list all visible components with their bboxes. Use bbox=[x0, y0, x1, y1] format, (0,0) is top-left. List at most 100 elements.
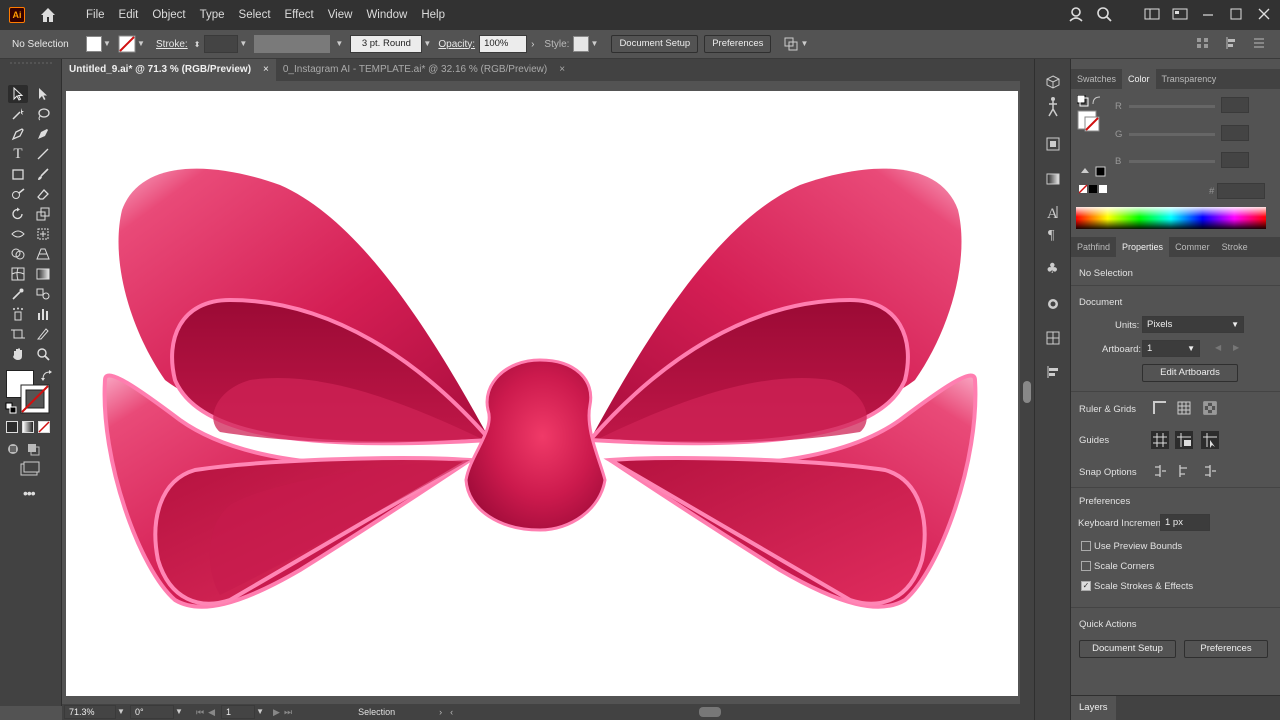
curvature-tool-icon[interactable] bbox=[33, 125, 53, 143]
scale-tool-icon[interactable] bbox=[33, 205, 53, 223]
g-value-field[interactable] bbox=[1221, 125, 1249, 141]
eraser-tool-icon[interactable] bbox=[33, 185, 53, 203]
use-preview-bounds-option[interactable]: Use Preview Bounds bbox=[1081, 541, 1182, 552]
stepper-icon[interactable]: ⬍ bbox=[194, 40, 201, 49]
tab-instagram-template[interactable]: 0_Instagram AI - TEMPLATE.ai* @ 32.16 % … bbox=[276, 59, 572, 81]
show-guides-icon[interactable] bbox=[1151, 431, 1169, 449]
r-value-field[interactable] bbox=[1221, 97, 1249, 113]
next-artboard-icon[interactable]: ▶ bbox=[1233, 343, 1239, 352]
stroke-swatch[interactable] bbox=[118, 35, 136, 53]
magic-wand-tool-icon[interactable] bbox=[8, 105, 28, 123]
quick-document-setup-button[interactable]: Document Setup bbox=[1079, 640, 1176, 658]
tab-layers[interactable]: Layers bbox=[1071, 696, 1116, 720]
variable-width-profile[interactable] bbox=[254, 35, 331, 53]
eyedropper-tool-icon[interactable] bbox=[8, 285, 28, 303]
lock-guides-icon[interactable] bbox=[1175, 431, 1193, 449]
symbol-sprayer-tool-icon[interactable] bbox=[8, 305, 28, 323]
mesh-tool-icon[interactable] bbox=[8, 265, 28, 283]
tab-close-icon[interactable]: × bbox=[263, 59, 269, 81]
swap-fill-stroke-icon[interactable] bbox=[41, 370, 53, 382]
hand-tool-icon[interactable] bbox=[8, 345, 28, 363]
g-slider[interactable] bbox=[1129, 133, 1215, 136]
pen-tool-icon[interactable] bbox=[8, 125, 28, 143]
chevron-down-icon[interactable]: ▼ bbox=[799, 39, 809, 49]
rotation-field[interactable]: 0° bbox=[130, 705, 174, 719]
hex-field[interactable] bbox=[1217, 183, 1265, 199]
menu-window[interactable]: Window bbox=[359, 0, 414, 30]
color-mode-icon[interactable] bbox=[6, 421, 18, 433]
type-tool-icon[interactable]: T bbox=[8, 145, 28, 163]
stroke-color-box[interactable] bbox=[20, 384, 50, 414]
tab-comments[interactable]: Commer bbox=[1169, 237, 1216, 257]
vertical-scrollbar[interactable] bbox=[1020, 81, 1034, 704]
horizontal-scroll-thumb[interactable] bbox=[699, 707, 722, 717]
3d-icon[interactable] bbox=[1046, 75, 1060, 89]
perspective-grid-tool-icon[interactable] bbox=[33, 245, 53, 263]
rectangle-tool-icon[interactable] bbox=[8, 165, 28, 183]
none-mode-icon[interactable] bbox=[38, 421, 50, 433]
next-artboard-icon[interactable]: ▶ bbox=[273, 707, 280, 718]
slice-tool-icon[interactable] bbox=[33, 325, 53, 343]
shaper-tool-icon[interactable] bbox=[8, 185, 28, 203]
lasso-tool-icon[interactable] bbox=[33, 105, 53, 123]
minimize-icon[interactable] bbox=[1200, 6, 1216, 22]
menu-file[interactable]: File bbox=[79, 0, 112, 30]
scale-corners-option[interactable]: Scale Corners bbox=[1081, 561, 1154, 572]
snap-to-point-icon[interactable] bbox=[1153, 464, 1167, 478]
artboards-panel-icon[interactable] bbox=[1046, 137, 1060, 151]
selection-tool-icon[interactable] bbox=[8, 85, 28, 103]
scroll-left-icon[interactable]: ‹ bbox=[450, 707, 453, 717]
edit-artboards-button[interactable]: Edit Artboards bbox=[1142, 364, 1238, 382]
grid-icon[interactable] bbox=[1177, 401, 1191, 415]
checkbox-checked[interactable]: ✓ bbox=[1081, 581, 1091, 592]
stroke-label[interactable]: Stroke: bbox=[156, 39, 188, 50]
smart-guides-icon[interactable] bbox=[1201, 431, 1219, 449]
tab-properties[interactable]: Properties bbox=[1116, 237, 1170, 257]
first-artboard-icon[interactable]: ⏮ bbox=[196, 707, 204, 718]
chevron-down-icon[interactable]: ▼ bbox=[422, 39, 432, 49]
workspace-icon[interactable] bbox=[1172, 6, 1188, 22]
keyboard-increment-field[interactable]: 1 px bbox=[1160, 514, 1210, 531]
puppet-warp-icon[interactable] bbox=[1046, 96, 1060, 118]
preferences-button[interactable]: Preferences bbox=[704, 35, 772, 53]
align-panel-icon[interactable] bbox=[1046, 365, 1060, 379]
draw-mode-icon[interactable] bbox=[6, 442, 20, 456]
artboard[interactable] bbox=[66, 91, 1018, 696]
menu-icon[interactable] bbox=[1252, 36, 1266, 50]
menu-object[interactable]: Object bbox=[145, 0, 192, 30]
chevron-right-icon[interactable]: › bbox=[439, 707, 442, 717]
b-slider[interactable] bbox=[1129, 160, 1215, 163]
menu-edit[interactable]: Edit bbox=[112, 0, 146, 30]
artboard-number-field[interactable]: 1 bbox=[221, 705, 256, 719]
column-graph-tool-icon[interactable] bbox=[33, 305, 53, 323]
menu-type[interactable]: Type bbox=[193, 0, 232, 30]
chevron-down-icon[interactable]: ▼ bbox=[116, 707, 126, 717]
width-tool-icon[interactable] bbox=[8, 225, 28, 243]
checkbox[interactable] bbox=[1081, 561, 1091, 572]
tab-untitled-9[interactable]: Untitled_9.ai* @ 71.3 % (RGB/Preview) × bbox=[62, 59, 276, 81]
fill-swatch[interactable] bbox=[86, 36, 102, 52]
transparency-grid-icon[interactable] bbox=[1203, 401, 1217, 415]
character-panel-icon[interactable]: A bbox=[1046, 204, 1060, 220]
transform-icon[interactable] bbox=[1224, 36, 1238, 50]
tab-stroke[interactable]: Stroke bbox=[1216, 237, 1254, 257]
chevron-down-icon[interactable]: ▼ bbox=[589, 39, 599, 49]
draw-behind-icon[interactable] bbox=[26, 442, 40, 456]
r-slider[interactable] bbox=[1129, 105, 1215, 108]
user-icon[interactable] bbox=[1068, 6, 1084, 22]
prev-artboard-icon[interactable]: ◀ bbox=[208, 707, 215, 718]
gradient-panel-icon[interactable] bbox=[1046, 172, 1060, 186]
paragraph-panel-icon[interactable]: ¶ bbox=[1046, 227, 1060, 241]
menu-select[interactable]: Select bbox=[232, 0, 278, 30]
screen-mode-icon[interactable] bbox=[20, 461, 40, 477]
gradient-tool-icon[interactable] bbox=[33, 265, 53, 283]
tab-transparency[interactable]: Transparency bbox=[1156, 69, 1223, 89]
tab-close-icon[interactable]: × bbox=[559, 59, 565, 81]
chevron-down-icon[interactable]: ▼ bbox=[136, 39, 146, 49]
symbols-panel-icon[interactable]: ♣ bbox=[1046, 261, 1060, 275]
quick-preferences-button[interactable]: Preferences bbox=[1184, 640, 1268, 658]
appearance-panel-icon[interactable] bbox=[1046, 297, 1060, 311]
chevron-down-icon[interactable]: ▼ bbox=[174, 707, 184, 717]
snap-to-glyph-icon[interactable] bbox=[1203, 464, 1217, 478]
prev-artboard-icon[interactable]: ◀ bbox=[1215, 343, 1221, 352]
